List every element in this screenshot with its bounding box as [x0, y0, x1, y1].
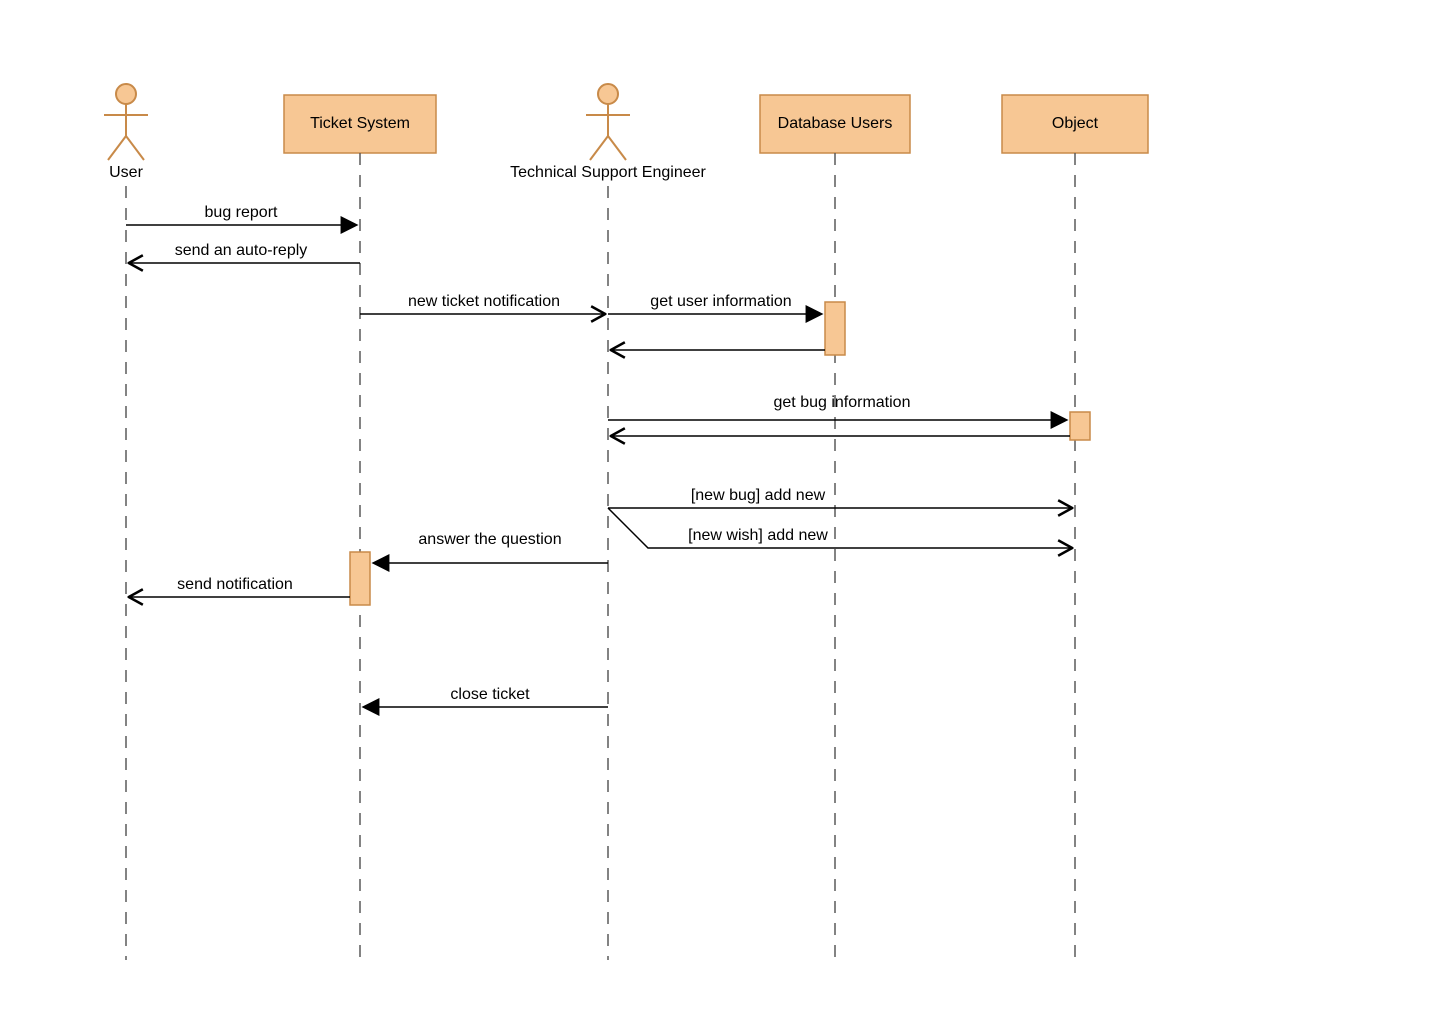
participant-user: User	[104, 84, 148, 960]
activation-obj	[1070, 412, 1090, 440]
svg-text:send notification: send notification	[177, 576, 293, 593]
message-new-bug-add-new: [new bug] add new	[608, 487, 1071, 508]
activation-ticket	[350, 552, 370, 605]
message-send-notification: send notification	[130, 576, 350, 597]
sequence-diagram: User Ticket System Technical Support Eng…	[0, 0, 1454, 1026]
svg-text:get bug information: get bug information	[774, 394, 911, 411]
participant-object-label: Object	[1052, 115, 1099, 132]
message-get-bug-information: get bug information	[608, 394, 1066, 420]
message-close-ticket: close ticket	[364, 686, 608, 707]
participant-user-label: User	[109, 164, 143, 181]
activation-db	[825, 302, 845, 355]
svg-text:get user information: get user information	[650, 293, 791, 310]
participant-object: Object	[1002, 95, 1148, 960]
svg-text:[new wish] add new: [new wish] add new	[688, 527, 828, 544]
message-answer-the-question: answer the question	[374, 531, 608, 563]
svg-text:close ticket: close ticket	[450, 686, 530, 703]
message-new-wish-add-new: [new wish] add new	[608, 508, 1071, 548]
message-new-ticket-notification: new ticket notification	[360, 293, 604, 314]
participant-ticket-system-label: Ticket System	[310, 115, 410, 132]
participant-database-users-label: Database Users	[778, 115, 893, 132]
participant-tse: Technical Support Engineer	[510, 84, 706, 960]
svg-text:new ticket notification: new ticket notification	[408, 293, 560, 310]
svg-text:answer the question: answer the question	[418, 531, 561, 548]
participant-tse-label: Technical Support Engineer	[510, 164, 706, 181]
svg-text:[new bug] add new: [new bug] add new	[691, 487, 826, 504]
message-bug-report: bug report	[126, 204, 356, 225]
svg-text:bug report: bug report	[205, 204, 278, 221]
message-auto-reply: send an auto-reply	[130, 242, 360, 263]
svg-text:send an auto-reply: send an auto-reply	[175, 242, 308, 259]
message-get-user-information: get user information	[608, 293, 821, 314]
